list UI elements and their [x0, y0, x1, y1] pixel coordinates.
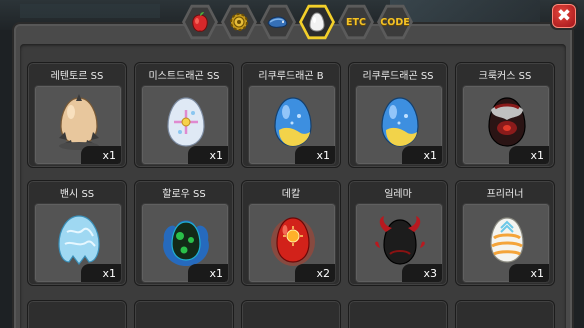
item-name: 일레마 — [384, 189, 412, 200]
egg-grid: 레텐토르 SS x1 미스트드래곤 SS x1 리쿠루드래곤 B x1 리쿠루드… — [27, 62, 555, 292]
item-name: 할로우 SS — [162, 189, 206, 200]
background-decor-left — [20, 4, 160, 18]
tab-gear[interactable] — [221, 4, 257, 40]
item-name: 밴시 SS — [59, 189, 95, 200]
item-quantity: x1 — [81, 264, 121, 282]
item-card[interactable]: 리쿠루드래곤 B x1 — [241, 62, 341, 168]
item-card-partial[interactable] — [134, 300, 234, 328]
tab-fruit[interactable] — [182, 4, 218, 40]
item-name: 레텐토르 SS — [50, 71, 104, 82]
item-slot: x1 — [462, 85, 550, 165]
tab-code-label: CODE — [380, 16, 410, 28]
tab-egg[interactable] — [299, 4, 335, 40]
item-slot: x1 — [34, 85, 122, 165]
item-card[interactable]: 데칼 x2 — [241, 180, 341, 286]
item-name: 미스트드래곤 SS — [148, 71, 220, 82]
item-card[interactable]: 프리러너 x1 — [455, 180, 555, 286]
item-quantity: x3 — [402, 264, 442, 282]
item-card-partial[interactable] — [241, 300, 341, 328]
item-card-partial[interactable] — [348, 300, 448, 328]
item-slot: x1 — [141, 203, 229, 283]
item-quantity: x1 — [509, 146, 549, 164]
item-quantity: x2 — [295, 264, 335, 282]
item-name: 리쿠루드래곤 SS — [362, 71, 434, 82]
item-slot: x1 — [462, 203, 550, 283]
item-slot: x1 — [141, 85, 229, 165]
red-fruit-icon — [192, 12, 208, 32]
item-card[interactable]: 일레마 x3 — [348, 180, 448, 286]
item-card[interactable]: 미스트드래곤 SS x1 — [134, 62, 234, 168]
category-tabs: ETC CODE — [182, 4, 413, 42]
item-card[interactable]: 할로우 SS x1 — [134, 180, 234, 286]
item-slot: x2 — [248, 203, 336, 283]
tab-fish[interactable] — [260, 4, 296, 40]
item-slot: x1 — [248, 85, 336, 165]
egg-icon — [309, 12, 325, 32]
close-button[interactable]: ✖ — [550, 2, 578, 30]
item-card-partial[interactable] — [27, 300, 127, 328]
next-row-partial — [27, 300, 555, 328]
close-icon: ✖ — [552, 4, 576, 28]
item-quantity: x1 — [509, 264, 549, 282]
gold-gear-icon — [230, 13, 248, 31]
tab-etc[interactable]: ETC — [338, 4, 374, 40]
item-slot: x1 — [355, 85, 443, 165]
item-slot: x1 — [34, 203, 122, 283]
item-name: 데칼 — [281, 189, 301, 200]
item-quantity: x1 — [188, 146, 228, 164]
item-card[interactable]: 리쿠루드래곤 SS x1 — [348, 62, 448, 168]
item-slot: x3 — [355, 203, 443, 283]
item-quantity: x1 — [295, 146, 335, 164]
item-card[interactable]: 레텐토르 SS x1 — [27, 62, 127, 168]
tab-etc-label: ETC — [346, 16, 366, 28]
item-quantity: x1 — [81, 146, 121, 164]
blue-fish-icon — [267, 16, 288, 28]
item-card[interactable]: 크룩커스 SS x1 — [455, 62, 555, 168]
tab-code[interactable]: CODE — [377, 4, 413, 40]
item-quantity: x1 — [402, 146, 442, 164]
item-card[interactable]: 밴시 SS x1 — [27, 180, 127, 286]
item-name: 프리러너 — [486, 189, 524, 200]
item-name: 리쿠루드래곤 B — [258, 71, 324, 82]
item-card-partial[interactable] — [455, 300, 555, 328]
item-quantity: x1 — [188, 264, 228, 282]
item-name: 크룩커스 SS — [478, 71, 532, 82]
